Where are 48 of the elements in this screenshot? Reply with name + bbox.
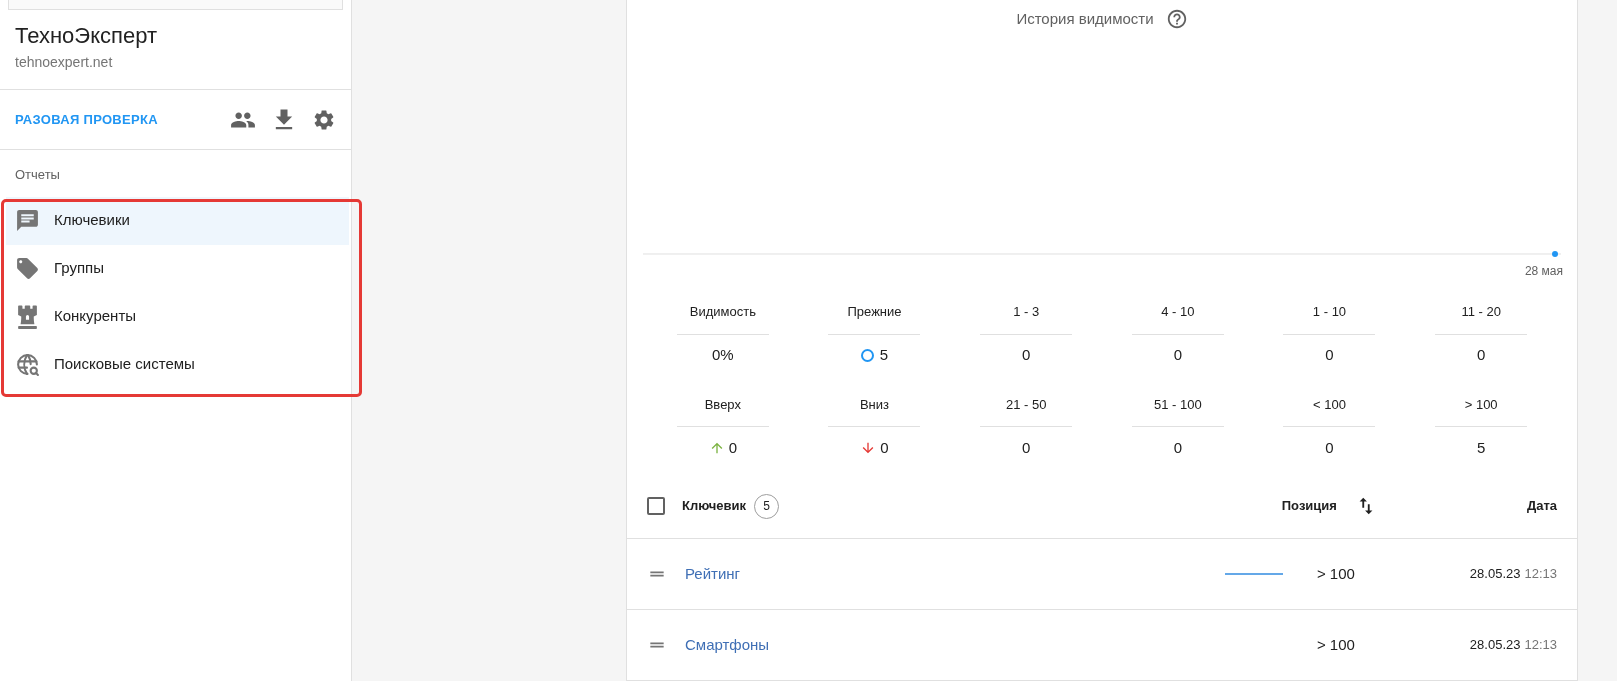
keyword-link[interactable]: Рейтинг bbox=[685, 562, 741, 586]
project-title: ТехноЭксперт bbox=[15, 22, 158, 50]
stat-value: 0 bbox=[1325, 345, 1334, 366]
stat-label: Видимость bbox=[676, 302, 769, 335]
date-column-header[interactable]: Дата bbox=[1526, 496, 1557, 516]
stat-label: Вверх bbox=[676, 394, 769, 428]
globe-search-icon bbox=[15, 352, 40, 377]
stat-value: 0 bbox=[1477, 345, 1486, 366]
stat-label: Вниз bbox=[828, 394, 921, 428]
message-icon bbox=[15, 208, 40, 233]
position-value: > 100 bbox=[1315, 634, 1355, 655]
check-time: 12:13 bbox=[1524, 565, 1557, 584]
help-icon[interactable] bbox=[1165, 8, 1188, 31]
chart-title: История видимости bbox=[1016, 9, 1154, 29]
stat-label: 1 - 3 bbox=[980, 302, 1073, 335]
stat-label: Прежние bbox=[828, 302, 921, 335]
project-domain: tehnoexpert.net bbox=[15, 53, 114, 72]
select-all-checkbox[interactable] bbox=[647, 497, 665, 516]
stat-value: 5 bbox=[1477, 437, 1486, 458]
stat-value: 0% bbox=[712, 345, 734, 366]
stat-label: > 100 bbox=[1435, 394, 1528, 428]
stat-label: 21 - 50 bbox=[980, 394, 1073, 428]
stat-label: 51 - 100 bbox=[1131, 394, 1224, 428]
stat-value: 0 bbox=[728, 437, 737, 458]
stat-value: 5 bbox=[879, 345, 889, 366]
settings-icon[interactable] bbox=[312, 107, 336, 132]
position-value: > 100 bbox=[1315, 563, 1355, 584]
check-date: 28.05.23 bbox=[1469, 636, 1521, 655]
stat-value: 0 bbox=[880, 437, 889, 458]
chess-icon bbox=[15, 304, 40, 329]
section-label: Отчеты bbox=[14, 166, 61, 184]
keyword-link[interactable]: Смартфоны bbox=[685, 633, 770, 657]
stat-value: 0 bbox=[1173, 345, 1182, 366]
stat-label: 11 - 20 bbox=[1435, 302, 1528, 335]
stat-label: 1 - 10 bbox=[1283, 302, 1376, 335]
stat-value: 0 bbox=[1022, 345, 1031, 366]
check-time: 12:13 bbox=[1524, 636, 1557, 655]
tag-icon bbox=[15, 256, 40, 281]
nav-item[interactable]: Ключевики bbox=[6, 196, 349, 245]
axis-date-label: 28 мая bbox=[1524, 263, 1563, 281]
stat-label: 4 - 10 bbox=[1131, 302, 1224, 335]
stat-value: 0 bbox=[1022, 437, 1031, 458]
check-date: 28.05.23 bbox=[1469, 565, 1521, 584]
stat-label: < 100 bbox=[1283, 394, 1376, 428]
stat-value: 0 bbox=[1325, 437, 1334, 458]
stat-value: 0 bbox=[1173, 437, 1182, 458]
position-column-header[interactable]: Позиция bbox=[1281, 496, 1337, 516]
keyword-column-header[interactable]: Ключевик bbox=[682, 496, 747, 516]
